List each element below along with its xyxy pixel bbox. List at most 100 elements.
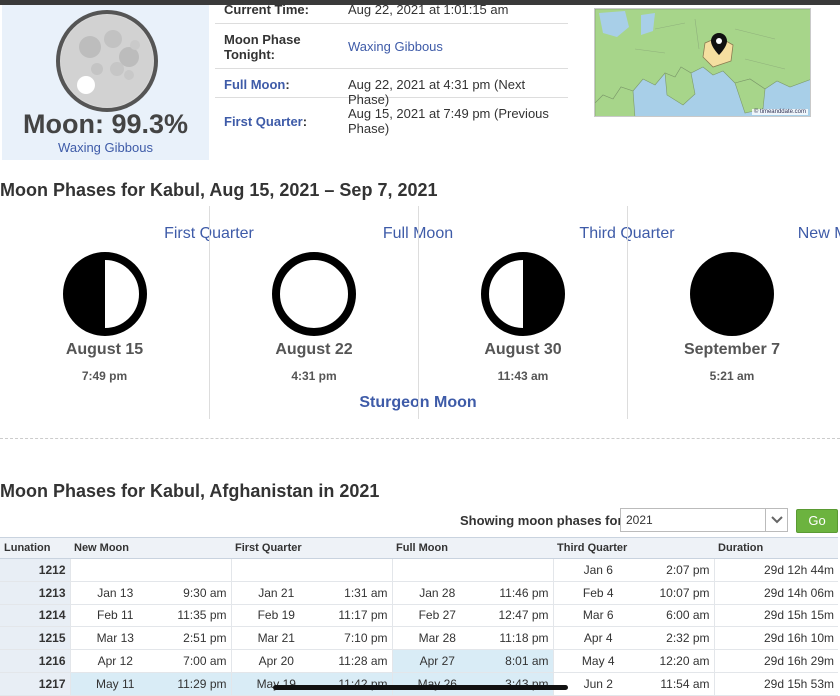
year-select-value: 2021 (626, 513, 653, 527)
phases-title: Moon Phases for Kabul, Aug 15, 2021 – Se… (0, 180, 438, 200)
new-moon-time: 2:51 pm (160, 626, 231, 651)
phase-time: 4:31 pm (291, 369, 337, 383)
table-row: 1216 Apr 12 7:00 am Apr 20 11:28 am Apr 27 8:0… (0, 649, 839, 673)
info-row-phase-tonight: Moon Phase Tonight: Waxing Gibbous (215, 24, 568, 69)
new-moon-time: 11:35 pm (160, 604, 231, 628)
duration-cell: 29d 12h 44m (713, 558, 839, 582)
first-quarter-date: Apr 20 (230, 649, 321, 673)
duration-cell: 29d 16h 29m (713, 649, 839, 673)
phase-card-third-quarter: Third Quarter August 30 11:43 am (418, 206, 675, 419)
phase-date: August 15 (65, 341, 144, 358)
full-moon-time: 11:46 pm (482, 581, 554, 605)
duration-cell: 29d 15h 53m (713, 672, 839, 696)
phase-time: 7:49 pm (81, 369, 128, 383)
third-quarter-date: Apr 4 (552, 626, 644, 651)
first-quarter-time: 1:31 am (321, 581, 393, 605)
third-quarter-icon (481, 252, 565, 336)
lunation-cell: 1217 (0, 672, 70, 696)
phase-card-first-quarter: First Quarter August 15 7:49 pm (0, 206, 254, 419)
year-title: Moon Phases for Kabul, Afghanistan in 20… (0, 481, 380, 501)
full-moon-time: 3:43 pm (482, 672, 554, 696)
third-quarter-date: May 4 (552, 649, 644, 673)
moon-card: Moon: 99.3% Waxing Gibbous (2, 5, 209, 160)
new-moon-time (160, 558, 231, 582)
third-quarter-time: 2:07 pm (643, 558, 715, 582)
lunation-cell: 1212 (0, 558, 70, 582)
third-quarter-time: 6:00 am (643, 604, 715, 628)
first-quarter-time: 11:17 pm (321, 604, 393, 628)
duration-cell: 29d 16h 10m (713, 626, 839, 651)
moon-phase-link[interactable]: Waxing Gibbous (2, 140, 209, 155)
chevron-down-icon[interactable] (765, 509, 787, 531)
phase-card-full-moon: Full Moon August 22 4:31 pm Sturgeon Moo… (209, 206, 477, 419)
new-moon-date: Mar 13 (69, 626, 160, 651)
phase-date: August 22 (275, 341, 353, 358)
phase-tonight-link[interactable]: Waxing Gibbous (348, 39, 558, 54)
table-header-row: Lunation New Moon First Quarter Full Moo… (0, 537, 839, 559)
third-quarter-date: Mar 6 (552, 604, 644, 628)
phase-date: September 7 (683, 341, 781, 358)
third-quarter-time: 12:20 am (643, 649, 715, 673)
new-moon-time: 11:29 pm (160, 672, 231, 696)
third-quarter-date: Feb 4 (552, 581, 644, 605)
full-moon-time (482, 558, 554, 582)
phase-date: August 30 (484, 341, 562, 358)
new-moon-date: Jan 13 (69, 581, 160, 605)
new-moon-date: May 11 (69, 672, 160, 696)
phase-time: 5:21 am (709, 369, 755, 383)
lunation-cell: 1214 (0, 604, 70, 628)
third-quarter-time: 2:32 pm (643, 626, 715, 651)
col-header-new-moon: New Moon (70, 537, 231, 559)
info-row-current-time: Current Time: Aug 22, 2021 at 1:01:15 am (215, 0, 568, 24)
full-moon-icon (272, 252, 356, 336)
third-quarter-date: Jun 2 (552, 672, 644, 696)
full-moon-date: May 26 (391, 672, 483, 696)
table-row: 1214 Feb 11 11:35 pm Feb 19 11:17 pm Feb 27 12… (0, 604, 839, 628)
col-header-first-quarter: First Quarter (231, 537, 393, 559)
lunation-cell: 1215 (0, 626, 70, 651)
year-selector-label: Showing moon phases for: (460, 513, 627, 528)
col-header-duration: Duration (714, 537, 839, 559)
new-moon-date (69, 558, 160, 582)
first-quarter-link[interactable]: First Quarter: (224, 114, 307, 129)
full-moon-date: Mar 28 (391, 626, 483, 651)
section-divider (0, 438, 840, 439)
full-moon-date: Apr 27 (391, 649, 483, 673)
new-moon-date: Apr 12 (69, 649, 160, 673)
full-moon-date (391, 558, 483, 582)
full-moon-link[interactable]: Full Moon: (224, 77, 290, 92)
first-quarter-time: 7:10 pm (321, 626, 393, 651)
phases-table: Lunation New Moon First Quarter Full Moo… (0, 537, 839, 696)
table-row: 1213 Jan 13 9:30 am Jan 21 1:31 am Jan 28 11:4… (0, 581, 839, 605)
third-quarter-time: 11:54 am (643, 672, 715, 696)
full-moon-date: Jan 28 (391, 581, 483, 605)
first-quarter-date (230, 558, 321, 582)
location-map[interactable]: © timeanddate.com (594, 8, 811, 117)
go-button[interactable]: Go (796, 509, 838, 533)
moon-info-table: Current Time: Aug 22, 2021 at 1:01:15 am… (215, 0, 568, 141)
first-quarter-time: 11:42 pm (321, 672, 393, 696)
col-header-lunation: Lunation (0, 537, 70, 559)
col-header-third-quarter: Third Quarter (553, 537, 715, 559)
table-row: 1212 Jan 6 2:07 pm 29d 12h 44m (0, 558, 839, 582)
info-row-full-moon: Full Moon: Aug 22, 2021 at 4:31 pm (Next… (215, 69, 568, 107)
table-row: 1217 May 11 11:29 pm May 19 11:42 pm May 26 3:… (0, 672, 839, 696)
first-quarter-time (321, 558, 393, 582)
full-moon-time: 8:01 am (482, 649, 554, 673)
third-quarter-date: Jan 6 (552, 558, 644, 582)
phase-name-link[interactable]: New Moon (732, 225, 840, 243)
home-indicator (273, 685, 568, 690)
duration-cell: 29d 15h 15m (713, 604, 839, 628)
table-row: 1215 Mar 13 2:51 pm Mar 21 7:10 pm Mar 28 11:1… (0, 626, 839, 651)
first-quarter-icon (62, 252, 147, 336)
lunation-cell: 1213 (0, 581, 70, 605)
info-value: Aug 22, 2021 at 1:01:15 am (348, 2, 509, 17)
col-header-full-moon: Full Moon (392, 537, 554, 559)
moon-illumination: Moon: 99.3% (22, 109, 189, 139)
full-moon-time: 11:18 pm (482, 626, 554, 651)
year-select[interactable]: 2021 (620, 508, 788, 532)
phase-card-new-moon: New Moon September 7 5:21 am (627, 206, 840, 419)
lunation-cell: 1216 (0, 649, 70, 673)
map-image (595, 9, 810, 116)
first-quarter-time: 11:28 am (321, 649, 393, 673)
